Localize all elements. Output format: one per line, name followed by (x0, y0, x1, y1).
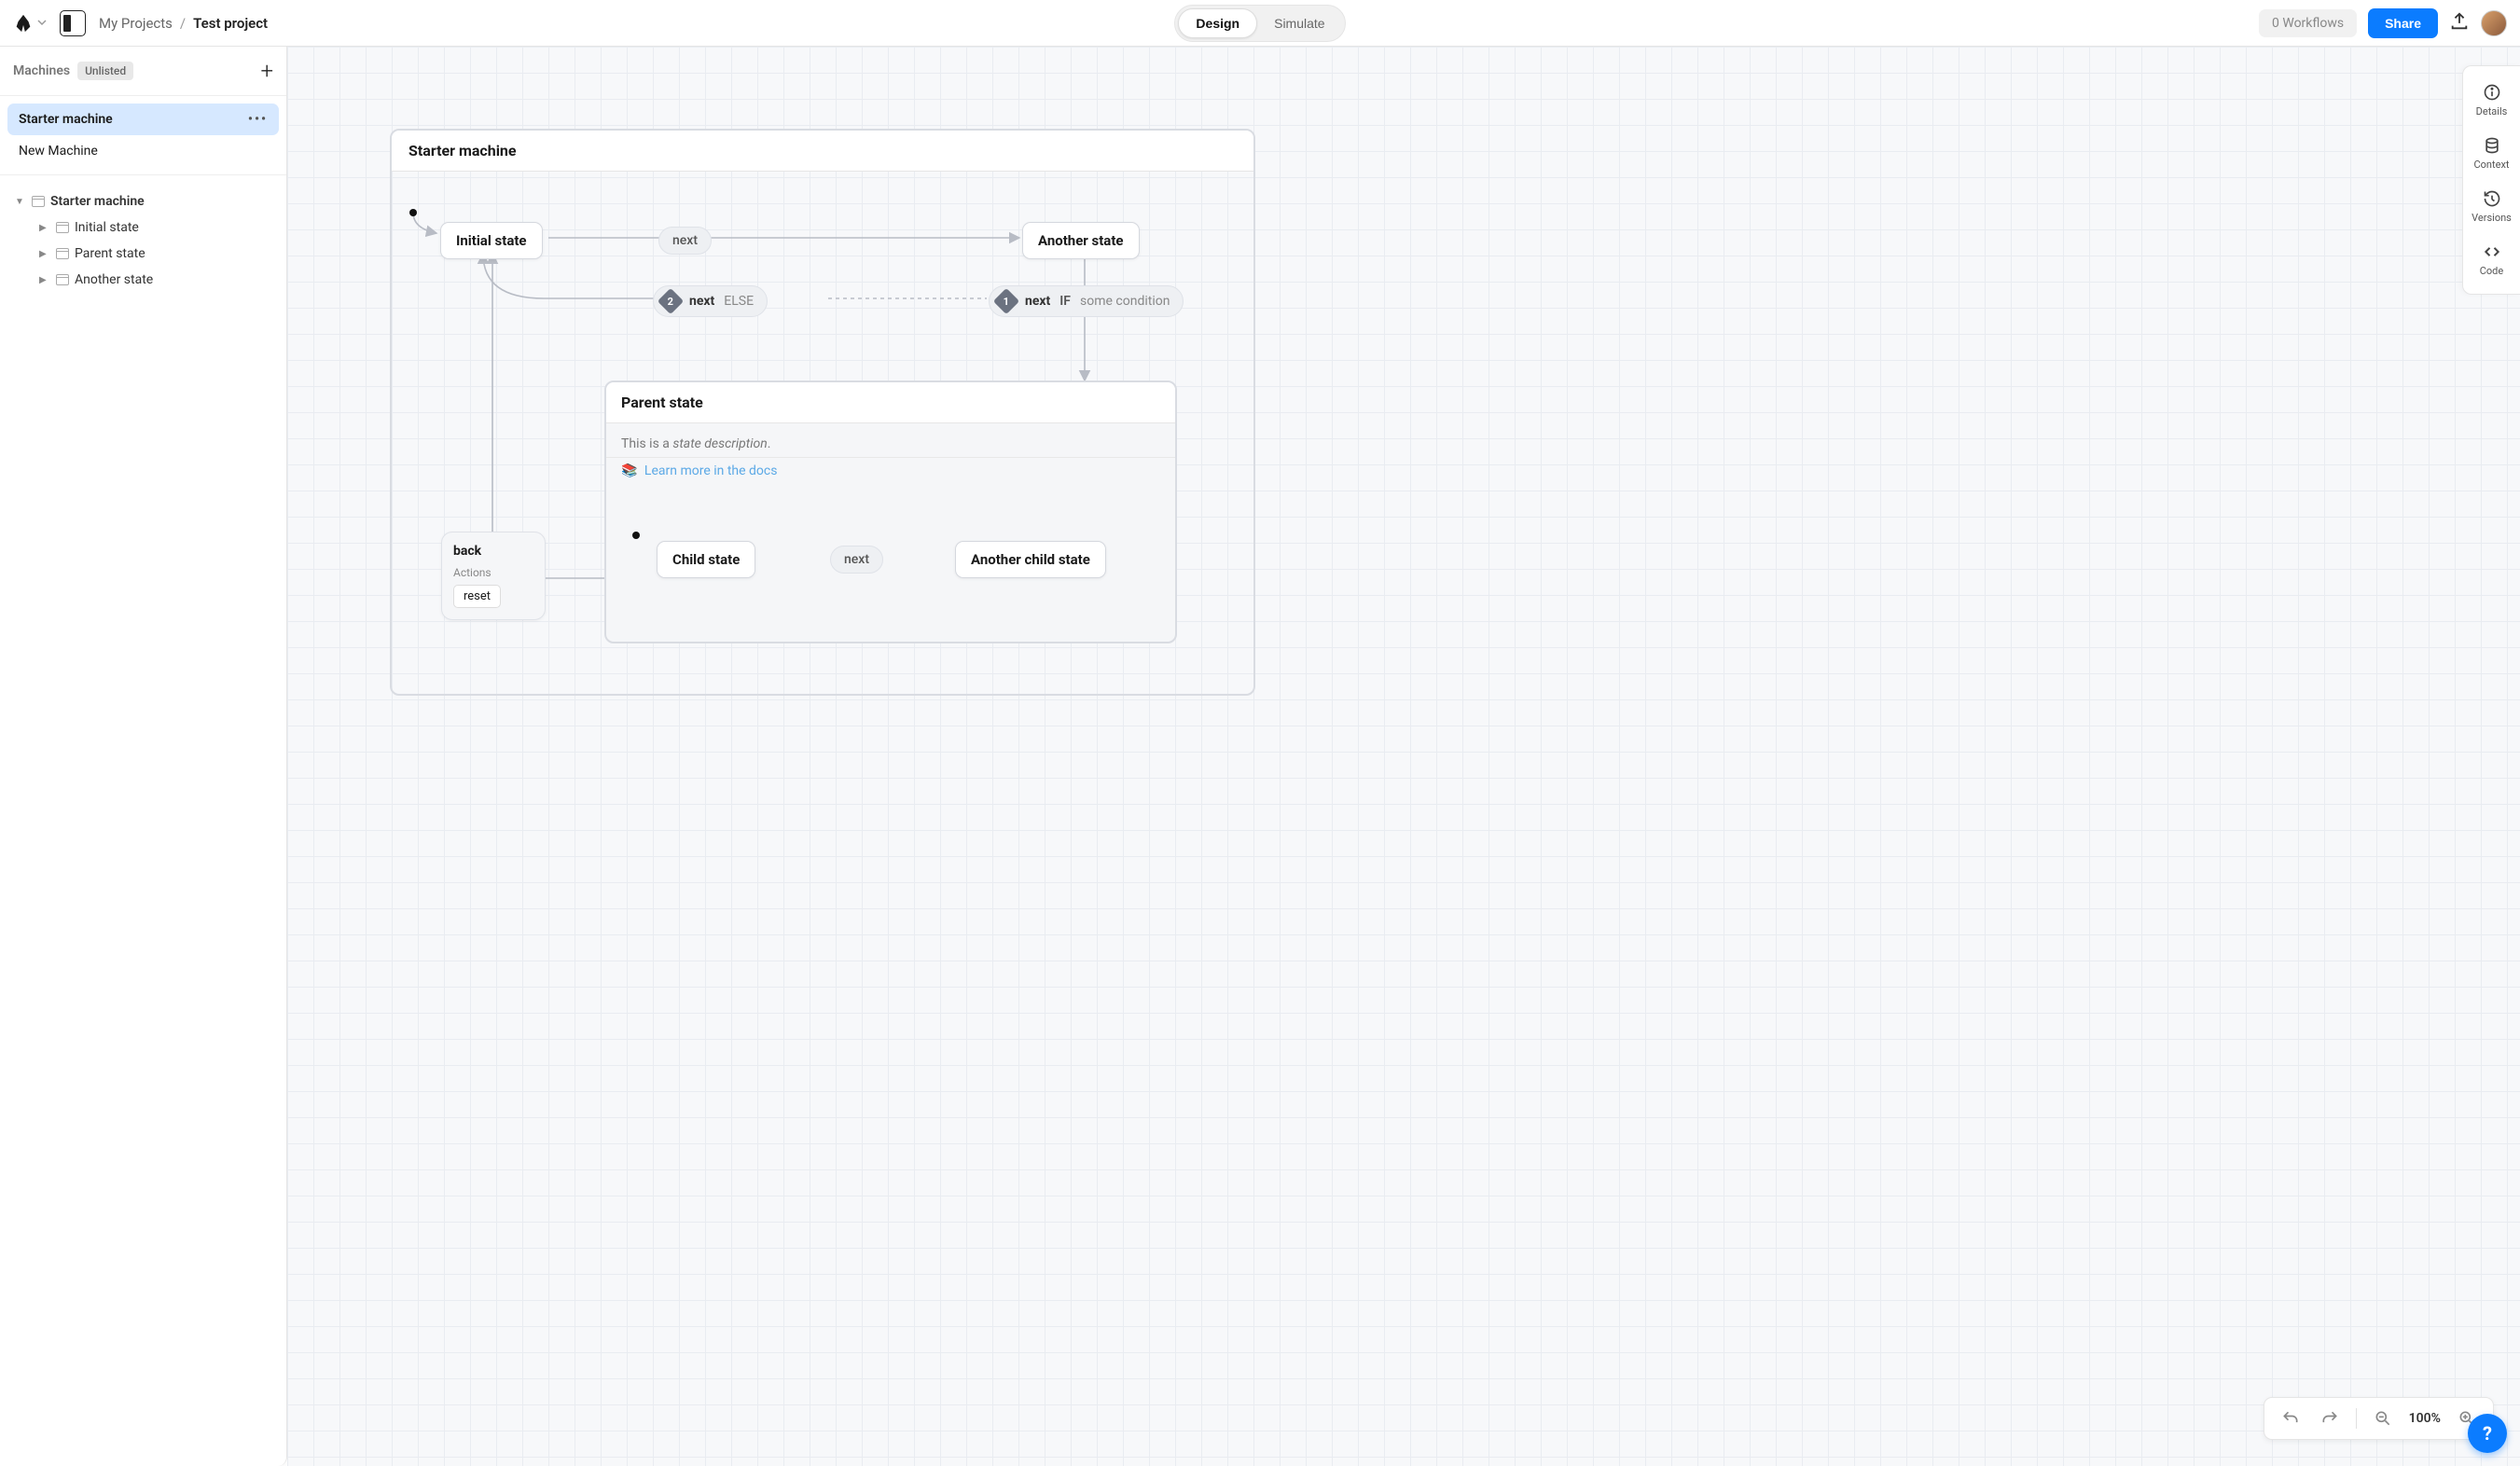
code-icon (2483, 242, 2501, 261)
zoom-out-button[interactable] (2370, 1405, 2396, 1431)
state-node-another-child[interactable]: Another child state (955, 541, 1106, 578)
logo-icon (13, 13, 34, 34)
export-icon[interactable] (2449, 11, 2470, 35)
chevron-down-icon (37, 16, 47, 31)
parent-state-description: This is a state description. (606, 423, 1175, 458)
transition-back[interactable]: back Actions reset (441, 532, 546, 620)
sidebar: Machines Unlisted + Starter machine ••• … (0, 47, 287, 1466)
zoom-value[interactable]: 100% (2409, 1411, 2441, 1426)
caret-right-icon: ▶ (39, 275, 50, 285)
tree-node-root[interactable]: ▼ Starter machine (7, 188, 279, 214)
tab-simulate[interactable]: Simulate (1257, 8, 1341, 38)
caret-right-icon: ▶ (39, 249, 50, 259)
state-node-initial[interactable]: Initial state (440, 222, 543, 259)
tree-node-parent[interactable]: ▶ Parent state (7, 241, 279, 267)
tree-node-label: Initial state (75, 220, 139, 235)
rail-versions[interactable]: Versions (2463, 182, 2520, 231)
redo-button[interactable] (2317, 1405, 2343, 1431)
initial-marker (409, 209, 417, 216)
undo-button[interactable] (2278, 1405, 2304, 1431)
tree-node-label: Another state (75, 272, 153, 287)
sidebar-toggle-button[interactable] (60, 10, 86, 36)
transition-next[interactable]: next (658, 227, 712, 255)
breadcrumb: My Projects / Test project (99, 15, 268, 32)
state-icon (56, 248, 69, 259)
tree-node-initial[interactable]: ▶ Initial state (7, 214, 279, 241)
state-node-another[interactable]: Another state (1022, 222, 1140, 259)
machine-item-label: Starter machine (19, 112, 113, 127)
breadcrumb-parent[interactable]: My Projects (99, 15, 173, 32)
bottom-toolbar: 100% (2264, 1397, 2494, 1440)
guard-order-icon: 1 (993, 288, 1019, 314)
logo-menu[interactable] (13, 13, 47, 34)
rail-details[interactable]: Details (2463, 76, 2520, 125)
guard-event: next (689, 294, 714, 309)
database-icon (2483, 136, 2501, 155)
action-chip-reset[interactable]: reset (453, 585, 501, 608)
transition-event-label: back (453, 544, 533, 559)
tree-node-label: Starter machine (50, 194, 145, 209)
caret-down-icon: ▼ (15, 197, 26, 207)
state-icon (56, 274, 69, 285)
structure-tree: ▼ Starter machine ▶ Initial state ▶ Pare… (0, 175, 286, 306)
help-button[interactable]: ? (2468, 1414, 2507, 1453)
docs-link[interactable]: Learn more in the docs (644, 463, 778, 478)
state-node-child[interactable]: Child state (657, 541, 755, 578)
parent-state-title[interactable]: Parent state (606, 382, 1175, 423)
history-icon (2483, 189, 2501, 208)
transition-child-next[interactable]: next (830, 546, 883, 574)
machine-item-starter[interactable]: Starter machine ••• (7, 104, 279, 135)
avatar[interactable] (2481, 10, 2507, 36)
machine-item-label: New Machine (19, 144, 98, 159)
info-icon (2483, 83, 2501, 102)
zoom-out-icon (2374, 1409, 2392, 1428)
rail-context[interactable]: Context (2463, 129, 2520, 178)
mode-toggle: Design Simulate (1174, 5, 1345, 42)
tree-node-another[interactable]: ▶ Another state (7, 267, 279, 293)
rail-code[interactable]: Code (2463, 235, 2520, 284)
rail-label: Code (2480, 265, 2503, 277)
actions-heading: Actions (453, 566, 533, 579)
state-icon (56, 222, 69, 233)
transition-guard-1[interactable]: 1 next IF some condition (989, 285, 1184, 317)
guard-condition: some condition (1080, 294, 1170, 309)
tab-design[interactable]: Design (1178, 8, 1257, 38)
machine-title[interactable]: Starter machine (392, 131, 1253, 172)
book-icon: 📚 (621, 463, 637, 478)
caret-right-icon: ▶ (39, 223, 50, 233)
undo-icon (2281, 1409, 2300, 1428)
redo-icon (2320, 1409, 2339, 1428)
tree-node-label: Parent state (75, 246, 145, 261)
state-node-parent[interactable]: Parent state This is a state description… (604, 380, 1177, 643)
right-rail: Details Context Versions Code (2462, 65, 2520, 295)
breadcrumb-current[interactable]: Test project (193, 15, 268, 32)
guard-order-icon: 2 (658, 288, 684, 314)
sidebar-tab-machines[interactable]: Machines (13, 63, 70, 78)
guard-event: next (1025, 294, 1050, 309)
parent-state-docs-link-row: 📚 Learn more in the docs (606, 458, 1175, 491)
breadcrumb-separator: / (180, 15, 186, 32)
add-machine-button[interactable]: + (260, 58, 273, 84)
visibility-badge[interactable]: Unlisted (77, 62, 133, 80)
transition-guard-2[interactable]: 2 next ELSE (653, 285, 768, 317)
guard-if-label: IF (1059, 294, 1071, 309)
topbar: My Projects / Test project Design Simula… (0, 0, 2520, 47)
workflows-button[interactable]: 0 Workflows (2259, 9, 2357, 37)
initial-marker (632, 532, 640, 539)
canvas[interactable]: Starter machine Initial state Another st… (287, 47, 2520, 1466)
machine-item-menu-icon[interactable]: ••• (248, 112, 268, 127)
machine-item-new[interactable]: New Machine (7, 135, 279, 167)
state-icon (32, 196, 45, 207)
rail-label: Details (2476, 105, 2508, 118)
rail-label: Versions (2472, 212, 2512, 224)
share-button[interactable]: Share (2368, 8, 2438, 38)
guard-else-label: ELSE (724, 294, 754, 309)
rail-label: Context (2474, 159, 2510, 171)
divider (2356, 1408, 2357, 1429)
